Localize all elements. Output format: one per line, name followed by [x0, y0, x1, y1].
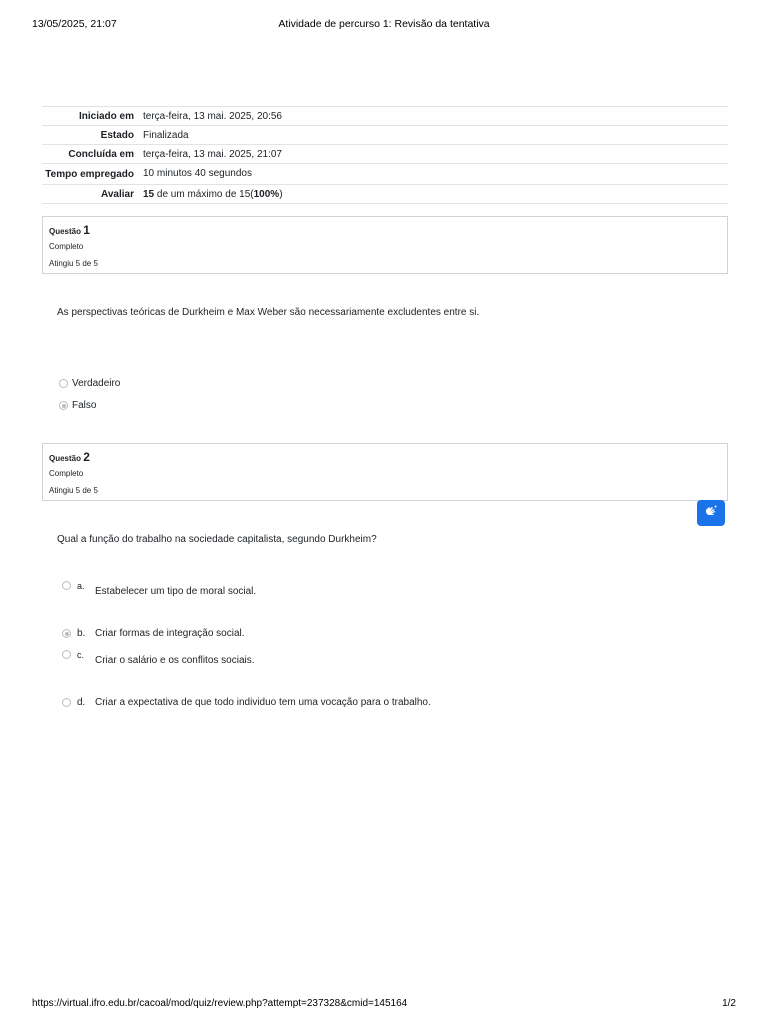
question-state: Completo: [49, 242, 84, 251]
question-state: Completo: [49, 469, 84, 478]
question-grade: Atingiu 5 de 5: [49, 486, 98, 495]
question-number: Questão 2: [49, 450, 721, 464]
option-letter: d.: [77, 697, 86, 708]
radio-button-selected[interactable]: [59, 401, 68, 410]
print-page-title: Atividade de percurso 1: Revisão da tent…: [278, 18, 490, 30]
summary-row-grade: Avaliar 15 de um máximo de 15(100%): [42, 185, 728, 204]
option-label: Estabelecer um tipo de moral social.: [95, 586, 257, 597]
radio-button-selected[interactable]: [62, 629, 71, 638]
option-label: Verdadeiro: [72, 378, 121, 389]
question-number: Questão 1: [49, 223, 721, 237]
radio-button[interactable]: [62, 698, 71, 707]
print-footer: https://virtual.ifro.edu.br/cacoal/mod/q…: [32, 998, 736, 1012]
summary-label: Iniciado em: [78, 111, 134, 122]
grade-score: 15: [143, 189, 155, 200]
question-grade: Atingiu 5 de 5: [49, 259, 98, 268]
question-2-info: Questão 2 Completo Atingiu 5 de 5: [42, 443, 728, 501]
question-2-text: Qual a função do trabalho na sociedade c…: [57, 534, 377, 545]
summary-label: Tempo empregado: [45, 169, 134, 180]
option-letter: c.: [77, 650, 85, 660]
accessibility-button[interactable]: [697, 500, 725, 526]
question-num: 2: [83, 450, 90, 464]
q2-option-d[interactable]: d. Criar a expectativa de que todo indiv…: [62, 697, 431, 708]
summary-value: Finalizada: [143, 130, 189, 141]
summary-value: 10 minutos 40 segundos: [143, 168, 252, 179]
summary-value: terça-feira, 13 mai. 2025, 20:56: [143, 111, 282, 122]
sign-language-hand-icon: [703, 503, 719, 524]
question-prefix: Questão: [49, 227, 82, 236]
option-label: Falso: [72, 400, 97, 411]
question-num: 1: [83, 223, 90, 237]
option-letter: a.: [77, 581, 85, 591]
grade-percent: 100%: [253, 189, 280, 200]
question-1-info: Questão 1 Completo Atingiu 5 de 5: [42, 216, 728, 274]
radio-button[interactable]: [62, 650, 71, 659]
q2-option-c[interactable]: c. Criar o salário e os conflitos sociai…: [62, 650, 255, 666]
summary-row-completed: Concluída em terça-feira, 13 mai. 2025, …: [42, 145, 728, 164]
summary-value: terça-feira, 13 mai. 2025, 21:07: [143, 149, 282, 160]
grade-text: de um máximo de 15(: [154, 189, 254, 200]
option-letter: b.: [77, 628, 86, 639]
print-header: 13/05/2025, 21:07 Atividade de percurso …: [32, 18, 736, 32]
q2-option-a[interactable]: a. Estabelecer um tipo de moral social.: [62, 581, 256, 597]
question-1-text: As perspectivas teóricas de Durkheim e M…: [57, 307, 480, 318]
option-label: Criar o salário e os conflitos sociais.: [95, 655, 255, 666]
option-label: Criar formas de integração social.: [95, 628, 245, 639]
radio-button[interactable]: [62, 581, 71, 590]
q1-option-true[interactable]: Verdadeiro: [59, 378, 120, 389]
grade-close: ): [279, 189, 283, 200]
print-page-number: 1/2: [722, 998, 736, 1009]
summary-value: 15 de um máximo de 15(100%): [143, 188, 728, 201]
option-label: Criar a expectativa de que todo individu…: [95, 697, 431, 708]
question-prefix: Questão: [49, 454, 82, 463]
attempt-summary-table: Iniciado em terça-feira, 13 mai. 2025, 2…: [42, 106, 728, 204]
summary-row-time-taken: Tempo empregado 10 minutos 40 segundos: [42, 164, 728, 185]
summary-row-state: Estado Finalizada: [42, 126, 728, 145]
q2-option-b[interactable]: b. Criar formas de integração social.: [62, 628, 245, 639]
radio-button[interactable]: [59, 379, 68, 388]
print-url: https://virtual.ifro.edu.br/cacoal/mod/q…: [32, 998, 408, 1009]
summary-label: Avaliar: [101, 189, 134, 200]
summary-row-started: Iniciado em terça-feira, 13 mai. 2025, 2…: [42, 107, 728, 126]
summary-label: Concluída em: [68, 149, 134, 160]
summary-label: Estado: [100, 130, 134, 141]
q1-option-false[interactable]: Falso: [59, 400, 96, 411]
